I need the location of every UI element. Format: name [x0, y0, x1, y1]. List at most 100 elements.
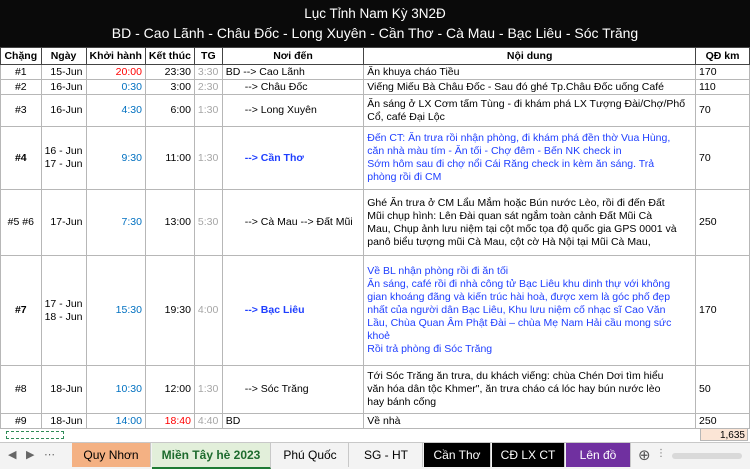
tab-more-icon[interactable]: ⋯: [44, 448, 55, 461]
cell-chang[interactable]: #5 #6: [0, 189, 42, 256]
sheet-tab-bar: ◀ ▶ ⋯ Quy Nhơn Miền Tây hè 2023 Phú Quốc…: [0, 442, 750, 469]
content-line: Đến CT: Ăn trưa rồi nhận phòng, đi khám …: [367, 132, 671, 144]
content-line: Tới Sóc Trăng ăn trưa, du khách viếng: c…: [367, 370, 664, 382]
cell-tg[interactable]: 1:30: [193, 126, 223, 190]
cell-tg[interactable]: 4:00: [193, 255, 223, 366]
cell-tg[interactable]: 2:30: [193, 79, 223, 95]
sheet-title-banner: Lục Tỉnh Nam Kỳ 3N2Đ BD - Cao Lãnh - Châ…: [0, 0, 750, 47]
cell-noi-den[interactable]: --> Cần Thơ: [221, 126, 365, 190]
tab-phu-quoc[interactable]: Phú Quốc: [272, 443, 349, 467]
cell-ket-thuc[interactable]: 23:30: [144, 64, 195, 80]
table-row: #8 18-Jun 10:30 12:00 1:30 --> Sóc Trăng…: [0, 365, 750, 414]
header-chang[interactable]: Chặng: [0, 47, 42, 65]
content-line: Về nhà: [367, 414, 401, 427]
cell-ngay[interactable]: 15-Jun: [40, 64, 87, 80]
content-line: Cổ, café Đại Lộc: [367, 110, 445, 123]
cell-ngay[interactable]: 16 - Jun 17 - Jun: [40, 126, 87, 190]
tab-cd-lx-ct[interactable]: CĐ LX CT: [492, 443, 565, 467]
cell-tg[interactable]: 4:40: [193, 413, 223, 429]
header-qd-km[interactable]: QĐ km: [695, 47, 750, 65]
cell-noi-den[interactable]: --> Long Xuyên: [221, 94, 365, 127]
cell-noi-dung[interactable]: Đến CT: Ăn trưa rồi nhận phòng, đi khám …: [363, 126, 697, 190]
horizontal-scrollbar[interactable]: [672, 453, 742, 459]
header-noi-dung[interactable]: Nội dung: [363, 47, 697, 65]
cell-khoi-hanh[interactable]: 0:30: [85, 79, 146, 95]
cell-chang[interactable]: #2: [0, 79, 42, 95]
cell-qd-km[interactable]: 70: [695, 94, 750, 127]
cell-khoi-hanh[interactable]: 14:00: [85, 413, 146, 429]
cell-ket-thuc[interactable]: 6:00: [144, 94, 195, 127]
cell-chang[interactable]: #1: [0, 64, 42, 80]
cell-noi-den[interactable]: --> Cà Mau --> Đất Mũi: [221, 189, 365, 256]
cell-noi-den[interactable]: --> Sóc Trăng: [221, 365, 365, 414]
cell-tg[interactable]: 1:30: [193, 365, 223, 414]
cell-noi-den[interactable]: --> Bạc Liêu: [221, 255, 365, 366]
add-sheet-icon[interactable]: ⊕: [638, 446, 651, 464]
cell-qd-km[interactable]: 110: [695, 79, 750, 95]
cell-khoi-hanh[interactable]: 7:30: [85, 189, 146, 256]
cell-tg[interactable]: 5:30: [193, 189, 223, 256]
cell-qd-km[interactable]: 250: [695, 413, 750, 429]
cell-ngay[interactable]: 16-Jun: [40, 94, 87, 127]
cell-noi-dung[interactable]: Ăn khuya cháo Tiều: [363, 64, 697, 80]
cell-qd-km[interactable]: 50: [695, 365, 750, 414]
cell-khoi-hanh[interactable]: 15:30: [85, 255, 146, 366]
cell-noi-dung[interactable]: Về BL nhận phòng rồi đi ăn tối Ăn sáng, …: [363, 255, 697, 366]
content-line: Ăn khuya cháo Tiều: [367, 65, 460, 78]
cell-ket-thuc[interactable]: 11:00: [144, 126, 195, 190]
tab-mien-tay-he-2023[interactable]: Miền Tây hè 2023: [152, 443, 271, 469]
cell-ngay[interactable]: 17 - Jun 18 - Jun: [40, 255, 87, 366]
tab-overflow-icon[interactable]: ⋮: [656, 448, 666, 459]
cell-chang[interactable]: #7: [0, 255, 42, 366]
cell-ngay[interactable]: 17-Jun: [40, 189, 87, 256]
cell-ket-thuc[interactable]: 19:30: [144, 255, 195, 366]
selection-marquee: [6, 431, 64, 439]
cell-noi-dung[interactable]: Ăn sáng ở LX Cơm tấm Tùng - đi khám phá …: [363, 94, 697, 127]
cell-ket-thuc[interactable]: 18:40: [144, 413, 195, 429]
cell-khoi-hanh[interactable]: 4:30: [85, 94, 146, 127]
cell-noi-den[interactable]: --> Châu Đốc: [221, 79, 365, 95]
cell-tg[interactable]: 1:30: [193, 94, 223, 127]
tab-quy-nhon[interactable]: Quy Nhơn: [72, 443, 151, 467]
itinerary-table: Chặng Ngày Khởi hành Kết thúc TG Nơi đến…: [0, 47, 750, 429]
cell-ket-thuc[interactable]: 12:00: [144, 365, 195, 414]
cell-ngay[interactable]: 18-Jun: [40, 413, 87, 429]
cell-chang[interactable]: #8: [0, 365, 42, 414]
cell-noi-dung[interactable]: Ghé Ăn trưa ở CM Lẩu Mắm hoặc Bún nước L…: [363, 189, 697, 256]
cell-qd-km[interactable]: 250: [695, 189, 750, 256]
cell-khoi-hanh[interactable]: 9:30: [85, 126, 146, 190]
cell-khoi-hanh[interactable]: 20:00: [85, 64, 146, 80]
tab-can-tho[interactable]: Cần Thơ: [424, 443, 491, 467]
cell-qd-km[interactable]: 170: [695, 64, 750, 80]
date-line: 17 - Jun: [44, 297, 83, 310]
table-row: #9 18-Jun 14:00 18:40 4:40 BD Về nhà 250: [0, 413, 750, 429]
tab-len-do[interactable]: Lên đồ: [566, 443, 631, 467]
cell-chang[interactable]: #4: [0, 126, 42, 190]
cell-khoi-hanh[interactable]: 10:30: [85, 365, 146, 414]
cell-chang[interactable]: #3: [0, 94, 42, 127]
cell-ngay[interactable]: 18-Jun: [40, 365, 87, 414]
header-khoi-hanh[interactable]: Khởi hành: [85, 47, 146, 65]
cell-chang[interactable]: #9: [0, 413, 42, 429]
header-tg[interactable]: TG: [193, 47, 223, 65]
cell-tg[interactable]: 3:30: [193, 64, 223, 80]
header-noi-den[interactable]: Nơi đến: [221, 47, 365, 65]
cell-noi-dung[interactable]: Tới Sóc Trăng ăn trưa, du khách viếng: c…: [363, 365, 697, 414]
cell-qd-km[interactable]: 170: [695, 255, 750, 366]
cell-ngay[interactable]: 16-Jun: [40, 79, 87, 95]
tab-sg-ht[interactable]: SG - HT: [350, 443, 423, 467]
cell-noi-den[interactable]: BD: [221, 413, 365, 429]
total-km-cell[interactable]: 1,635: [700, 428, 748, 441]
cell-ket-thuc[interactable]: 3:00: [144, 79, 195, 95]
content-line: Viếng Miếu Bà Châu Đốc - Sau đó ghé Tp.C…: [367, 80, 664, 93]
cell-noi-dung[interactable]: Về nhà: [363, 413, 697, 429]
cell-qd-km[interactable]: 70: [695, 126, 750, 190]
tab-scroll-left-icon[interactable]: ◀: [8, 448, 16, 461]
cell-noi-dung[interactable]: Viếng Miếu Bà Châu Đốc - Sau đó ghé Tp.C…: [363, 79, 697, 95]
tab-scroll-right-icon[interactable]: ▶: [26, 448, 34, 461]
cell-ket-thuc[interactable]: 13:00: [144, 189, 195, 256]
cell-noi-den[interactable]: BD --> Cao Lãnh: [221, 64, 365, 80]
header-ket-thuc[interactable]: Kết thúc: [144, 47, 195, 65]
header-ngay[interactable]: Ngày: [40, 47, 87, 65]
content-line: hay bánh cống: [367, 396, 437, 408]
